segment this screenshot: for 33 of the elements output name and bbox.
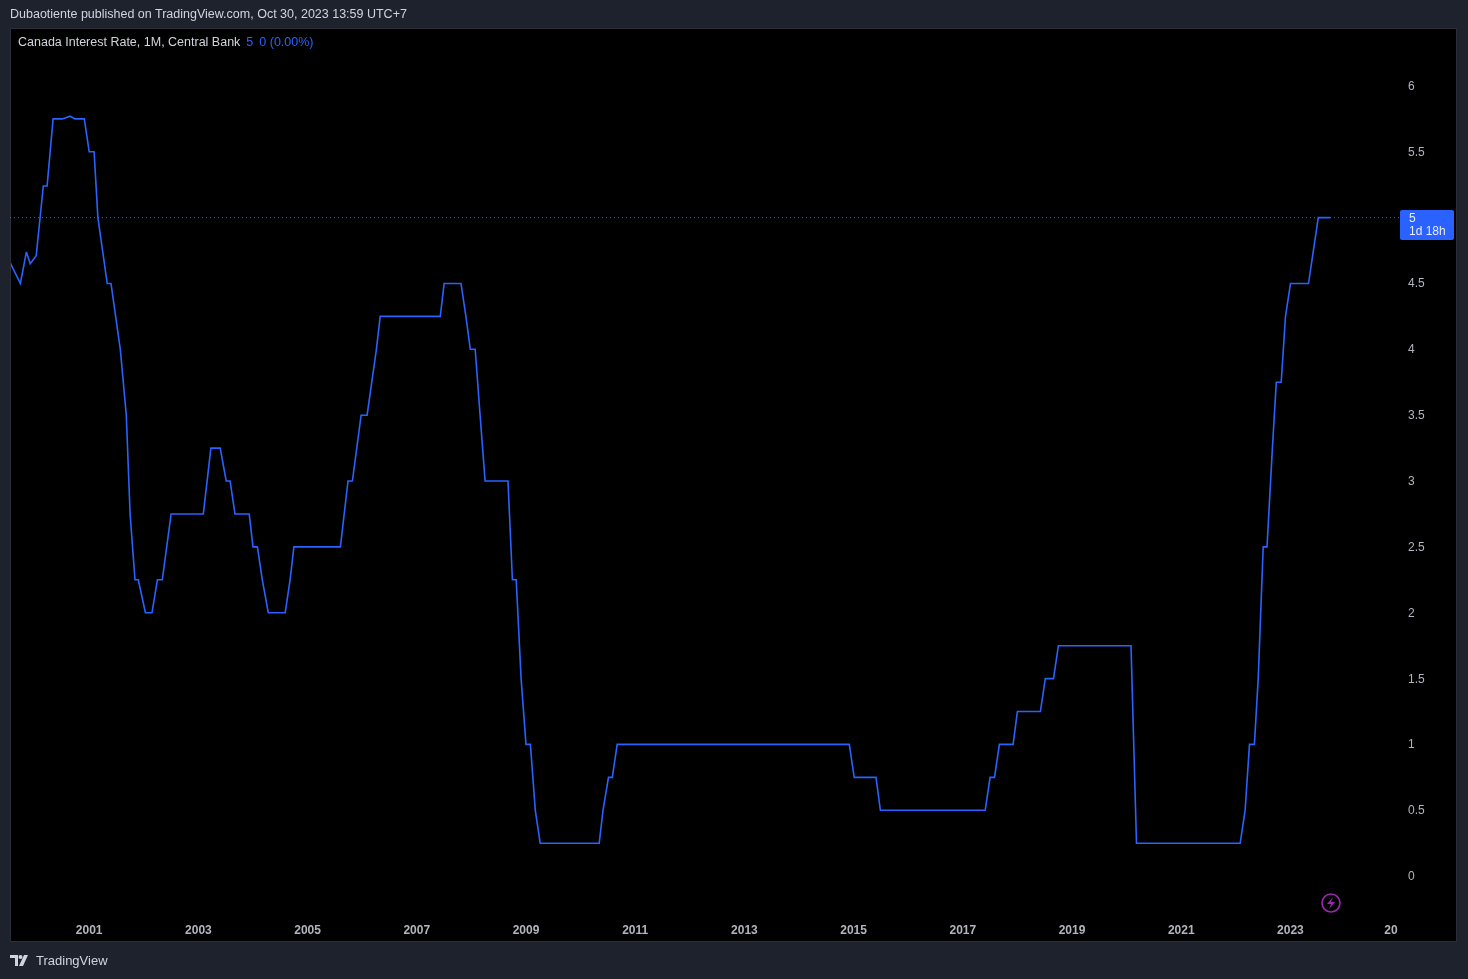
x-axis-label: 2005 [294,923,321,937]
x-axis-label: 2011 [622,923,649,937]
lightning-icon[interactable] [1321,893,1341,913]
x-axis-label: 20 [1384,923,1398,937]
x-axis-label: 2019 [1058,923,1086,937]
x-axis-label: 2015 [840,923,867,937]
brand-name: TradingView [36,953,108,968]
y-axis-label: 1.5 [1408,671,1425,686]
x-axis-label: 2021 [1167,923,1195,937]
logo-icon [10,955,30,966]
y-axis-label: 1 [1408,737,1415,752]
x-axis-label: 2001 [75,923,103,937]
publisher-line: Dubaotiente published on TradingView.com, Oct 30, 2023 13:59 UTC+7 [10,7,407,21]
y-axis-label: 3 [1408,474,1415,489]
y-axis-label: 0 [1408,869,1415,884]
price-label: 5 1d 18h [1400,209,1454,240]
x-axis-label: 2017 [949,923,977,937]
x-axis-label: 2023 [1277,923,1304,937]
legend-change: 0 (0.00%) [259,35,314,49]
y-axis-label: 3.5 [1408,408,1425,423]
legend-last-value: 5 [246,35,254,49]
x-axis-label: 2007 [403,923,431,937]
x-axis-label: 2013 [731,923,758,937]
x-axis-label: 2003 [185,923,212,937]
x-axis-label: 2009 [512,923,540,937]
y-axis-label: 0.5 [1408,803,1425,818]
y-axis-label: 4.5 [1408,276,1425,291]
y-axis-label: 2.5 [1408,539,1425,554]
legend-title: Canada Interest Rate, 1M, Central Bank [18,35,241,49]
y-axis-label: 5.5 [1408,144,1425,159]
y-axis-label: 6 [1408,78,1415,93]
y-axis-label: 4 [1408,342,1415,357]
y-axis-label: 2 [1408,605,1415,620]
